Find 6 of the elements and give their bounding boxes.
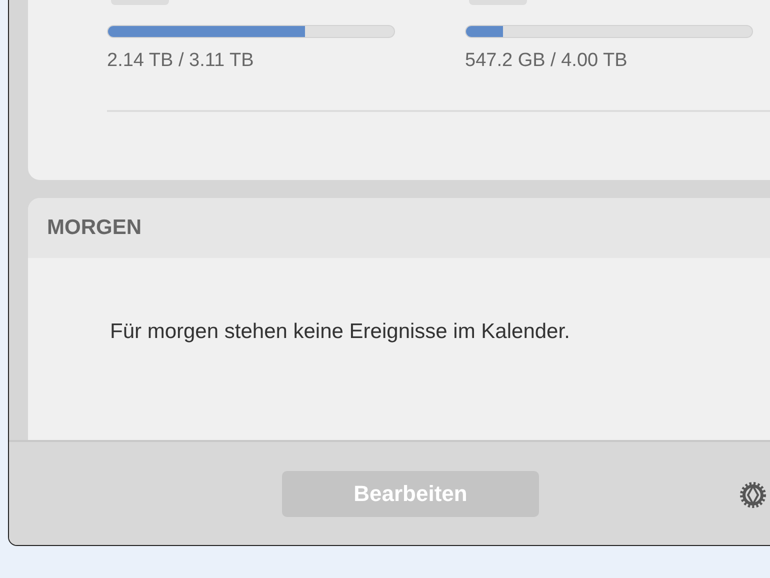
storage-usage: 2.14 TB / 3.11 TB xyxy=(107,50,255,72)
empty-message: Für morgen stehen keine Ereignisse im Kalender. xyxy=(110,319,571,345)
edit-button[interactable]: Bearbeiten xyxy=(282,470,539,516)
panel-title: MORGEN xyxy=(47,216,142,240)
storage-usage: 547.2 GB / 4.00 TB xyxy=(465,50,628,72)
settings-icon[interactable] xyxy=(737,479,769,511)
